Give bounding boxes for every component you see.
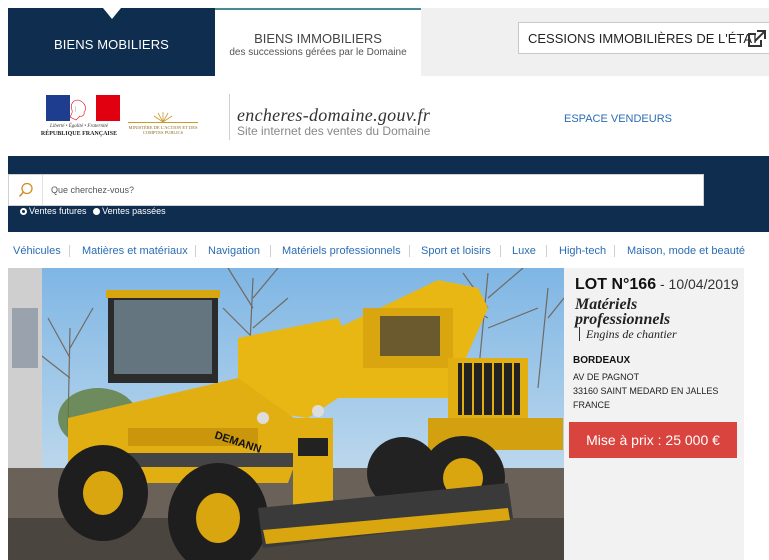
radio-ventes-passees-label[interactable]: Ventes passées (102, 206, 166, 216)
category-separator (500, 245, 501, 257)
category-separator (69, 245, 70, 257)
cessions-immobilieres-label: CESSIONS IMMOBILIÈRES DE L'ÉTAT (528, 31, 759, 46)
lot-category: Matériels professionnels (575, 296, 671, 328)
category-separator (546, 245, 547, 257)
lot-address-line: 33160 SAINT MEDARD EN JALLES (573, 386, 719, 396)
category-luxe[interactable]: Luxe (512, 245, 536, 257)
construction-machines-image: DEMANN (8, 268, 564, 560)
category-separator (614, 245, 615, 257)
search-box (8, 174, 704, 206)
category-maison-mode[interactable]: Maison, mode et beauté (627, 245, 745, 257)
site-header: Liberté • Égalité • Fraternité RÉPUBLIQU… (8, 76, 769, 156)
search-button[interactable] (9, 175, 43, 205)
radio-ventes-passees[interactable] (93, 208, 101, 215)
header-divider (229, 94, 230, 140)
sale-filter-radios: Ventes futures Ventes passées (20, 206, 170, 216)
lot-number[interactable]: LOT N°166 (575, 276, 656, 293)
category-vehicules[interactable]: Véhicules (13, 245, 61, 257)
republique-francaise-logo[interactable]: Liberté • Égalité • Fraternité RÉPUBLIQU… (37, 95, 120, 141)
republique-francaise-name: RÉPUBLIQUE FRANÇAISE (40, 131, 118, 137)
marianne-flag-icon (46, 95, 120, 121)
tab-biens-immobiliers-sublabel: des successions gérées par le Domaine (229, 47, 407, 58)
lot-date: - 10/04/2019 (656, 276, 739, 292)
search-band: Ventes futures Ventes passées (8, 156, 769, 232)
lot-header: LOT N°166 - 10/04/2019 (575, 276, 739, 294)
category-sport-loisirs[interactable]: Sport et loisirs (421, 245, 491, 257)
sunrise-icon (153, 112, 173, 122)
category-nav: Véhicules Matières et matériaux Navigati… (0, 245, 769, 259)
ministere-logo[interactable]: MINISTÈRE DE L'ACTION ET DES COMPTES PUB… (128, 112, 198, 140)
search-icon (18, 182, 33, 197)
active-tab-indicator (103, 8, 121, 19)
lot-city: BORDEAUX (573, 355, 631, 366)
external-link-icon (748, 30, 766, 47)
tab-biens-immobiliers[interactable]: BIENS IMMOBILIERS des successions gérées… (215, 8, 421, 76)
category-separator (195, 245, 196, 257)
category-separator (409, 245, 410, 257)
top-tab-bar: BIENS MOBILIERS BIENS IMMOBILIERS des su… (8, 8, 769, 76)
espace-vendeurs-link[interactable]: ESPACE VENDEURS (564, 113, 672, 125)
category-materiels-pro[interactable]: Matériels professionnels (282, 245, 401, 257)
radio-ventes-futures-label[interactable]: Ventes futures (29, 206, 87, 216)
cessions-immobilieres-button[interactable]: CESSIONS IMMOBILIÈRES DE L'ÉTAT (518, 22, 769, 54)
radio-ventes-futures[interactable] (20, 208, 27, 215)
category-navigation[interactable]: Navigation (208, 245, 260, 257)
site-title[interactable]: encheres-domaine.gouv.fr (237, 105, 430, 126)
tab-biens-mobiliers-label: BIENS MOBILIERS (54, 37, 169, 52)
lot-address: AV DE PAGNOT 33160 SAINT MEDARD EN JALLE… (573, 370, 718, 412)
category-high-tech[interactable]: High-tech (559, 245, 606, 257)
lot-address-line: FRANCE (573, 400, 611, 410)
search-input[interactable] (51, 175, 691, 205)
tab-biens-mobiliers[interactable]: BIENS MOBILIERS (8, 8, 215, 76)
republique-motto: Liberté • Égalité • Fraternité (50, 124, 108, 129)
category-matieres[interactable]: Matières et matériaux (82, 245, 188, 257)
lot-address-line: AV DE PAGNOT (573, 372, 640, 382)
lot-details-panel: LOT N°166 - 10/04/2019 Matériels profess… (564, 268, 744, 560)
lot-photo[interactable]: DEMANN (8, 268, 564, 560)
category-separator (270, 245, 271, 257)
site-subtitle: Site internet des ventes du Domaine (237, 124, 431, 138)
price-button[interactable]: Mise à prix : 25 000 € (569, 422, 737, 458)
lot-subcategory: Engins de chantier (579, 327, 677, 341)
tab-biens-immobiliers-label: BIENS IMMOBILIERS (254, 31, 382, 46)
ministere-name: MINISTÈRE DE L'ACTION ET DES COMPTES PUB… (128, 125, 198, 135)
